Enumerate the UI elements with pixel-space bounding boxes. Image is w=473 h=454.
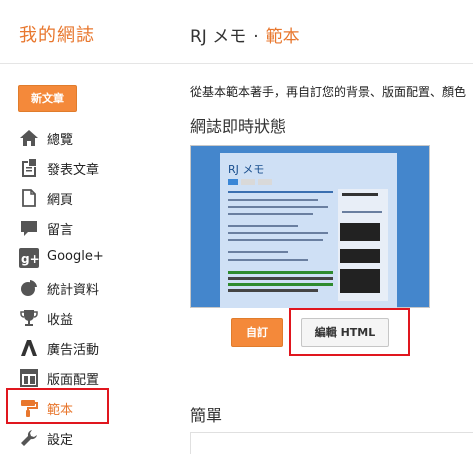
preview-tab	[258, 179, 272, 185]
preview-text-line	[228, 213, 313, 215]
page-icon	[19, 188, 39, 208]
sidebar-item-label: 收益	[47, 313, 74, 328]
new-post-button[interactable]: 新文章	[18, 85, 77, 112]
preview-text-line	[228, 259, 308, 261]
blogger-template-page: 我的網誌 RJ メモ · 範本 新文章 總覽 發表文章 網頁 留言 g+ Goo…	[0, 0, 473, 454]
sidebar-item-label: 網頁	[47, 193, 74, 208]
preview-code-line	[228, 283, 333, 286]
live-section-title: 網誌即時狀態	[190, 117, 287, 136]
preview-text-line	[228, 199, 318, 201]
wrench-icon	[19, 428, 39, 448]
preview-tab	[241, 179, 255, 185]
sidebar-item-label: 廣告活動	[47, 343, 100, 358]
comment-icon	[19, 218, 39, 238]
preview-code-line	[228, 271, 333, 274]
preview-code-line	[228, 289, 318, 292]
sidebar-item-label: 總覽	[47, 133, 74, 148]
edit-html-highlight	[289, 308, 410, 356]
breadcrumb-current-page: 範本	[265, 27, 300, 47]
sidebar-item-label: Google+	[47, 249, 104, 264]
preview-text-line	[228, 206, 328, 208]
sidebar-item-posts[interactable]: 發表文章	[0, 153, 130, 183]
home-icon	[19, 128, 39, 148]
preview-text-line	[228, 239, 323, 241]
sidebar-item-google-plus[interactable]: g+ Google+	[0, 243, 130, 273]
sidebar-item-stats[interactable]: 統計資料	[0, 273, 130, 303]
stats-icon	[19, 278, 39, 298]
breadcrumb-blog-name[interactable]: RJ メモ	[190, 27, 246, 47]
app-title[interactable]: 我的網誌	[19, 21, 95, 47]
trophy-icon	[19, 308, 39, 328]
preview-text-line	[228, 191, 333, 193]
preview-widget-image	[340, 269, 380, 293]
sidebar-item-comments[interactable]: 留言	[0, 213, 130, 243]
preview-text-line	[228, 251, 288, 253]
preview-tab	[228, 179, 238, 185]
preview-blog-title: RJ メモ	[228, 163, 265, 176]
customize-button[interactable]: 自訂	[231, 318, 283, 347]
posts-icon	[19, 158, 39, 178]
layout-icon	[19, 368, 39, 388]
sidebar-item-pages[interactable]: 網頁	[0, 183, 130, 213]
mobile-section-title: 簡單	[190, 406, 223, 425]
intro-text: 從基本範本著手，再自訂您的背景、版面配置、顏色	[190, 85, 467, 99]
template-panel	[190, 432, 473, 454]
svg-text:g+: g+	[21, 252, 39, 266]
preview-text-line	[228, 225, 298, 227]
sidebar-item-settings[interactable]: 設定	[0, 423, 130, 453]
header-divider	[0, 63, 473, 64]
sidebar-item-earnings[interactable]: 收益	[0, 303, 130, 333]
sidebar-item-overview[interactable]: 總覽	[0, 123, 130, 153]
sidebar-item-label: 統計資料	[47, 283, 100, 298]
preview-widget-image	[340, 249, 380, 263]
campaign-icon	[19, 338, 39, 358]
preview-widget-image	[340, 223, 380, 241]
preview-widget-title	[342, 193, 378, 196]
preview-blog-page: RJ メモ	[220, 153, 397, 308]
google-plus-icon: g+	[19, 248, 39, 268]
preview-text-line	[342, 211, 382, 213]
sidebar-item-label: 版面配置	[47, 373, 100, 388]
preview-code-line	[228, 277, 333, 280]
sidebar-item-label: 發表文章	[47, 163, 100, 178]
sidebar-item-label: 留言	[47, 223, 74, 238]
sidebar-item-label: 設定	[47, 433, 74, 448]
breadcrumb: RJ メモ · 範本	[190, 22, 300, 47]
live-template-preview[interactable]: RJ メモ	[190, 145, 430, 308]
preview-text-line	[228, 232, 328, 234]
active-item-highlight	[6, 388, 109, 424]
breadcrumb-separator: ·	[253, 27, 259, 47]
sidebar-item-campaigns[interactable]: 廣告活動	[0, 333, 130, 363]
